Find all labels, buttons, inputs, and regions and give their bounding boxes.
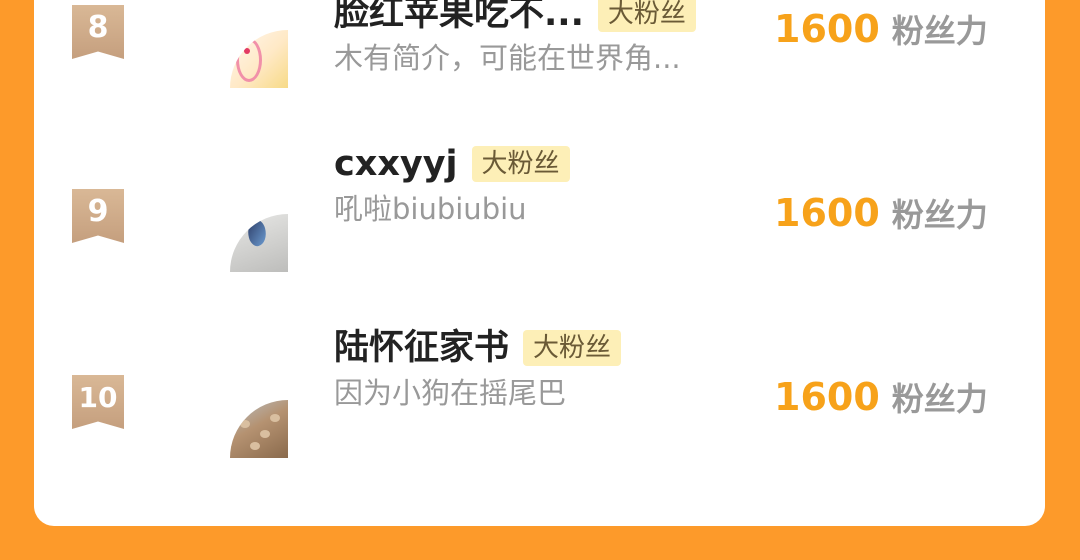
user-intro: 木有简介，可能在世界角... [334, 41, 681, 75]
fan-power: 1600 粉丝力 [774, 6, 988, 52]
fan-power-unit: 粉丝力 [891, 12, 988, 50]
rank-number: 8 [87, 10, 109, 45]
user-name-row: 陆怀征家书 大粉丝 [334, 326, 622, 370]
fan-power-value: 1600 [774, 191, 880, 235]
user-intro: 因为小狗在摇尾巴 [334, 376, 567, 410]
fan-power-unit: 粉丝力 [891, 380, 988, 418]
rank-number: 9 [87, 194, 109, 229]
rank-ribbon-icon: 10 [72, 375, 124, 429]
fan-power-value: 1600 [774, 375, 880, 419]
fan-power-unit: 粉丝力 [891, 196, 988, 234]
ranking-row[interactable]: 9 cxxyyj 大粉丝 吼啦biubiubiu 1600 粉丝力 [34, 144, 1045, 305]
fan-power-value: 1600 [774, 7, 880, 51]
fan-power: 1600 粉丝力 [774, 374, 988, 420]
fan-power: 1600 粉丝力 [774, 190, 988, 236]
rank-number: 10 [78, 381, 118, 414]
user-name-row: cxxyyj 大粉丝 [334, 142, 570, 186]
avatar[interactable] [230, 400, 288, 458]
avatar[interactable] [230, 30, 288, 88]
user-name[interactable]: cxxyyj [334, 142, 458, 186]
rank-ribbon-icon: 8 [72, 5, 124, 59]
avatar[interactable] [230, 214, 288, 272]
rank-ribbon-icon: 9 [72, 189, 124, 243]
ranking-row[interactable]: 8 脸红苹果吃不... 大粉丝 木有简介，可能在世界角... 1600 粉丝力 [34, 0, 1045, 120]
fan-level-badge: 大粉丝 [471, 146, 570, 182]
user-name[interactable]: 陆怀征家书 [334, 326, 509, 370]
fan-ranking-card: 8 脸红苹果吃不... 大粉丝 木有简介，可能在世界角... 1600 粉丝力 … [34, 0, 1045, 526]
user-name[interactable]: 脸红苹果吃不... [334, 0, 584, 36]
user-name-row: 脸红苹果吃不... 大粉丝 [334, 0, 696, 36]
fan-level-badge: 大粉丝 [523, 330, 622, 366]
ranking-row[interactable]: 10 陆怀征家书 大粉丝 因为小狗在摇尾巴 1600 粉丝力 [34, 328, 1045, 489]
user-intro: 吼啦biubiubiu [334, 192, 527, 226]
fan-level-badge: 大粉丝 [597, 0, 696, 32]
